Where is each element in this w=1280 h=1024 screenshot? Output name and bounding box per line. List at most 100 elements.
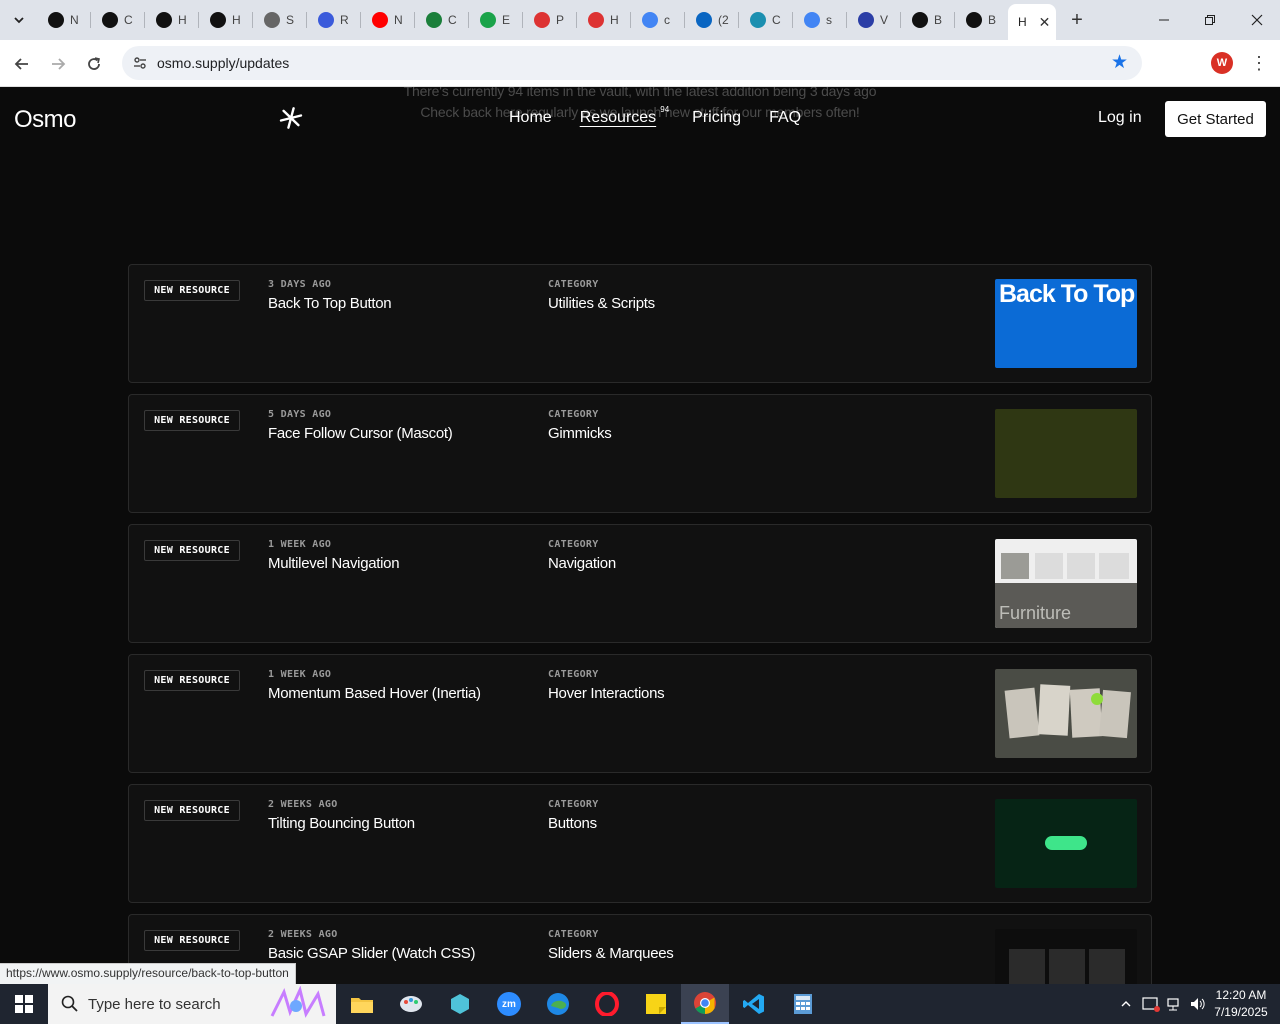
opera-app[interactable] bbox=[583, 984, 631, 1024]
resource-thumbnail[interactable] bbox=[995, 409, 1137, 498]
new-tab-button[interactable]: + bbox=[1066, 9, 1088, 31]
browser-tab[interactable]: H bbox=[578, 6, 630, 34]
browser-tab[interactable]: N bbox=[38, 6, 90, 34]
new-resource-badge: NEW RESOURCE bbox=[144, 410, 240, 431]
file-explorer-app[interactable] bbox=[338, 984, 386, 1024]
resource-card[interactable]: NEW RESOURCE 5 DAYS AGO Face Follow Cursor… bbox=[128, 394, 1152, 513]
resource-title[interactable]: Basic GSAP Slider (Watch CSS) bbox=[268, 945, 476, 962]
browser-tab[interactable]: (2 bbox=[686, 6, 738, 34]
start-button[interactable] bbox=[0, 984, 48, 1024]
tab-title: H bbox=[178, 13, 187, 27]
asterisk-logo-icon[interactable] bbox=[278, 105, 304, 131]
resource-card[interactable]: NEW RESOURCE 3 DAYS AGO Back To Top Button… bbox=[128, 264, 1152, 383]
tab-separator bbox=[522, 12, 523, 28]
browser-tab[interactable]: E bbox=[470, 6, 522, 34]
browser-tab[interactable]: P bbox=[524, 6, 576, 34]
browser-tab[interactable]: C bbox=[740, 6, 792, 34]
tab-search-button[interactable] bbox=[6, 8, 32, 32]
tab-separator bbox=[360, 12, 361, 28]
tab-separator bbox=[846, 12, 847, 28]
vscode-app[interactable] bbox=[730, 984, 778, 1024]
edge-app[interactable] bbox=[534, 984, 582, 1024]
browser-tab[interactable]: B bbox=[902, 6, 954, 34]
tray-app-icon[interactable] bbox=[1140, 984, 1162, 1024]
minimize-button[interactable] bbox=[1141, 0, 1187, 40]
forward-button[interactable] bbox=[46, 52, 70, 76]
more-menu-icon[interactable]: ⋮ bbox=[1250, 50, 1268, 76]
resource-card[interactable]: NEW RESOURCE 1 WEEK AGO Multilevel Navigat… bbox=[128, 524, 1152, 643]
zoom-app[interactable]: zm bbox=[485, 984, 533, 1024]
browser-tab[interactable]: H bbox=[200, 6, 252, 34]
tag-icon bbox=[588, 12, 604, 28]
browser-tab[interactable]: C bbox=[416, 6, 468, 34]
browser-tab[interactable]: N bbox=[362, 6, 414, 34]
nav-resources[interactable]: Resources bbox=[580, 109, 656, 126]
browser-tab[interactable]: B bbox=[956, 6, 1008, 34]
resource-thumbnail[interactable]: Furniture bbox=[995, 539, 1137, 628]
nav-resources-wrap: Resources 94 bbox=[580, 105, 669, 127]
tab-title: C bbox=[124, 13, 133, 27]
browser-tab[interactable]: H bbox=[146, 6, 198, 34]
resource-age: 1 WEEK AGO bbox=[268, 539, 332, 550]
category-label: CATEGORY bbox=[548, 539, 599, 550]
zoom-icon: zm bbox=[497, 992, 521, 1016]
category-label: CATEGORY bbox=[548, 669, 599, 680]
resource-thumbnail[interactable]: Back To Top bbox=[995, 279, 1137, 368]
nav-home[interactable]: Home bbox=[509, 109, 552, 127]
system-clock[interactable]: 12:20 AM 7/19/2025 bbox=[1206, 987, 1276, 1021]
taskbar-search[interactable]: Type here to search bbox=[48, 984, 336, 1024]
tab-title: P bbox=[556, 13, 565, 27]
browser-tab[interactable]: R bbox=[308, 6, 360, 34]
bookmark-star-icon[interactable]: ★ bbox=[1111, 51, 1128, 74]
resource-title[interactable]: Face Follow Cursor (Mascot) bbox=[268, 425, 453, 442]
resource-card[interactable]: NEW RESOURCE 2 WEEKS AGO Tilting Bouncing … bbox=[128, 784, 1152, 903]
edge-icon bbox=[547, 993, 569, 1015]
resource-title[interactable]: Multilevel Navigation bbox=[268, 555, 400, 572]
nav-faq[interactable]: FAQ bbox=[769, 109, 801, 127]
browser-tab[interactable]: C bbox=[92, 6, 144, 34]
url-omnibox[interactable]: osmo.supply/updates ★ bbox=[122, 46, 1142, 80]
tray-overflow-chevron-icon[interactable] bbox=[1116, 984, 1136, 1024]
chrome-app[interactable] bbox=[681, 984, 729, 1024]
profile-avatar[interactable]: W bbox=[1211, 52, 1233, 74]
restore-button[interactable] bbox=[1187, 0, 1233, 40]
browser-tab[interactable]: V bbox=[848, 6, 900, 34]
osmo-logo[interactable]: Osmo bbox=[14, 106, 77, 134]
browser-tab-active[interactable]: H ✕ bbox=[1008, 4, 1056, 40]
resource-title[interactable]: Momentum Based Hover (Inertia) bbox=[268, 685, 481, 702]
paint-app[interactable] bbox=[387, 984, 435, 1024]
windows-taskbar: Type here to search zm 12:20 AM 7/19/202… bbox=[0, 984, 1280, 1024]
forward-arrow-icon bbox=[52, 58, 66, 70]
url-text[interactable]: osmo.supply/updates bbox=[157, 55, 289, 71]
tab-separator bbox=[414, 12, 415, 28]
site-info-icon[interactable] bbox=[130, 53, 150, 73]
sticky-notes-app[interactable] bbox=[632, 984, 680, 1024]
tab-title: V bbox=[880, 13, 889, 27]
category-value: Utilities & Scripts bbox=[548, 295, 655, 312]
windows-logo-icon bbox=[15, 995, 33, 1013]
resource-thumbnail[interactable] bbox=[995, 669, 1137, 758]
category-label: CATEGORY bbox=[548, 929, 599, 940]
tab-title: E bbox=[502, 13, 511, 27]
browser-tab[interactable]: s bbox=[794, 6, 846, 34]
close-window-button[interactable] bbox=[1234, 0, 1280, 40]
thumb-text: Furniture bbox=[999, 603, 1072, 623]
close-tab-icon[interactable]: ✕ bbox=[1039, 14, 1051, 31]
get-started-button[interactable]: Get Started bbox=[1165, 101, 1266, 137]
resource-title[interactable]: Back To Top Button bbox=[268, 295, 392, 312]
category-value: Gimmicks bbox=[548, 425, 612, 442]
resource-thumbnail[interactable] bbox=[995, 799, 1137, 888]
hex-app[interactable] bbox=[436, 984, 484, 1024]
resource-thumbnail[interactable] bbox=[995, 929, 1137, 984]
resource-card[interactable]: NEW RESOURCE 1 WEEK AGO Momentum Based Hov… bbox=[128, 654, 1152, 773]
login-link[interactable]: Log in bbox=[1098, 109, 1142, 127]
browser-tab[interactable]: c bbox=[632, 6, 684, 34]
calculator-app[interactable] bbox=[779, 984, 827, 1024]
reload-button[interactable] bbox=[82, 52, 106, 76]
new-resource-badge: NEW RESOURCE bbox=[144, 930, 240, 951]
nav-pricing[interactable]: Pricing bbox=[692, 109, 741, 127]
back-button[interactable] bbox=[10, 52, 34, 76]
browser-tab[interactable]: S bbox=[254, 6, 306, 34]
network-icon[interactable] bbox=[1164, 984, 1186, 1024]
resource-title[interactable]: Tilting Bouncing Button bbox=[268, 815, 415, 832]
